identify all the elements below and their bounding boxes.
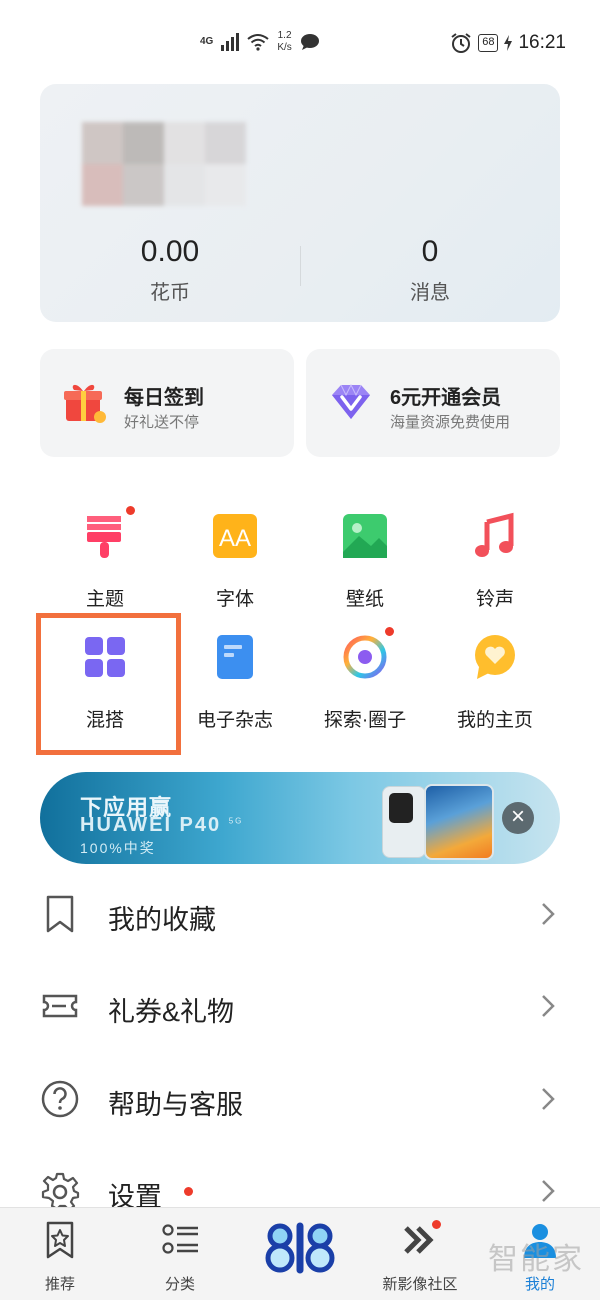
tab-recommend-label: 推荐 [44,1276,75,1293]
settings-badge [184,1187,193,1196]
coins-value: 0.00 [140,235,200,268]
watermark: 智能家 [488,1243,584,1276]
community-badge [432,1220,441,1229]
highlight-frame [36,613,181,755]
magazine-icon [211,633,259,681]
tab-recommend[interactable]: 推荐 [10,1220,110,1294]
chevron-right-icon [542,1088,555,1110]
signal-icon [221,33,240,51]
explore-badge [385,627,394,636]
messages-stat[interactable]: 0 消息 [300,234,560,305]
picture-icon [341,512,389,560]
banner-5g: 5G [228,816,244,826]
ticket-icon [42,994,78,1018]
grid-item-theme[interactable]: 主题 [40,506,170,611]
explore-label: 探索·圈子 [323,710,407,731]
messages-value: 0 [421,235,439,268]
homepage-label: 我的主页 [456,710,533,731]
vip-title: 6元开通会员 [390,387,502,409]
coins-stat[interactable]: 0.00 花币 [40,234,300,305]
menu-item-favorites[interactable]: 我的收藏 [0,884,600,944]
status-left: 4G 1.2 K/s [200,30,320,54]
grid-item-magazine[interactable]: 电子杂志 [170,633,300,732]
grid-item-wallpaper[interactable]: 壁纸 [300,512,430,611]
profile-card[interactable]: 0.00 花币 0 消息 [40,84,560,322]
speed-unit: K/s [277,42,292,53]
circle-lens-icon [341,627,394,681]
clock: 16:21 [518,32,566,53]
vip-subtitle: 海量资源免费使用 [390,414,511,431]
banner-line2: HUAWEI P40 5G [80,814,243,837]
menu-item-coupons[interactable]: 礼券&礼物 [0,976,600,1036]
gear-icon [41,1172,80,1211]
font-icon: AA [211,512,259,560]
messages-label: 消息 [410,282,450,304]
banner-product: HUAWEI P40 [80,814,222,836]
chat-bubble-icon [300,34,319,50]
alarm-icon [451,33,471,53]
vip-card[interactable]: 6元开通会员 海量资源免费使用 [306,349,560,457]
daily-checkin-card[interactable]: 每日签到 好礼送不停 [40,349,294,457]
chevron-right-icon [542,995,555,1017]
status-right: 68 16:21 [450,32,566,54]
checkin-subtitle: 好礼送不停 [124,414,200,431]
grid-item-font[interactable]: AA 字体 [170,512,300,611]
theme-label: 主题 [85,589,124,610]
paintbrush-icon [81,506,135,560]
coupons-label: 礼券&礼物 [108,997,235,1027]
chevron-right-icon [542,1180,555,1202]
svg-text:AA: AA [219,525,251,552]
music-note-icon [471,512,519,560]
tab-community[interactable]: 新影像社区 [370,1220,470,1294]
font-label: 字体 [215,589,254,610]
network-type: 4G [200,36,214,47]
menu-item-help[interactable]: 帮助与客服 [0,1069,600,1129]
phone-front-image [424,784,494,860]
tab-category[interactable]: 分类 [130,1220,230,1294]
tab-category-label: 分类 [164,1276,195,1293]
banner-line3: 100%中奖 [80,840,156,856]
checkin-title: 每日签到 [124,387,204,409]
network-speed: 1.2 K/s [277,30,291,54]
theme-badge [126,506,135,515]
question-circle-icon [41,1080,79,1118]
tab-community-label: 新影像社区 [382,1276,458,1293]
help-label: 帮助与客服 [108,1090,243,1120]
coins-label: 花币 [150,282,190,304]
grid-item-ringtone[interactable]: 铃声 [430,512,560,611]
grid-item-explore[interactable]: 探索·圈子 [300,627,430,732]
promo-banner[interactable]: 下应用赢 HUAWEI P40 5G 100%中奖 × [40,772,560,864]
ringtone-label: 铃声 [475,589,514,610]
bookmark-icon [46,895,74,933]
gift-icon [64,384,106,423]
favorites-label: 我的收藏 [108,905,216,935]
phone-back-image [382,786,426,858]
magazine-label: 电子杂志 [196,710,273,731]
event-818-logo[interactable] [262,1216,340,1278]
heart-bubble-icon [471,633,519,681]
star-bookmark-icon [46,1221,74,1259]
avatar[interactable] [82,122,246,206]
diamond-icon [332,383,370,419]
list-icon [162,1224,198,1254]
status-bar: 4G 1.2 K/s 68 16:21 [0,0,600,80]
battery-level: 68 [478,34,499,52]
charging-icon [504,35,513,51]
speed-value: 1.2 [277,30,292,41]
wallpaper-label: 壁纸 [345,589,384,610]
grid-item-homepage[interactable]: 我的主页 [430,633,560,732]
wifi-icon [247,34,269,51]
chevron-right-icon [542,903,555,925]
banner-close-button[interactable]: × [502,802,534,834]
